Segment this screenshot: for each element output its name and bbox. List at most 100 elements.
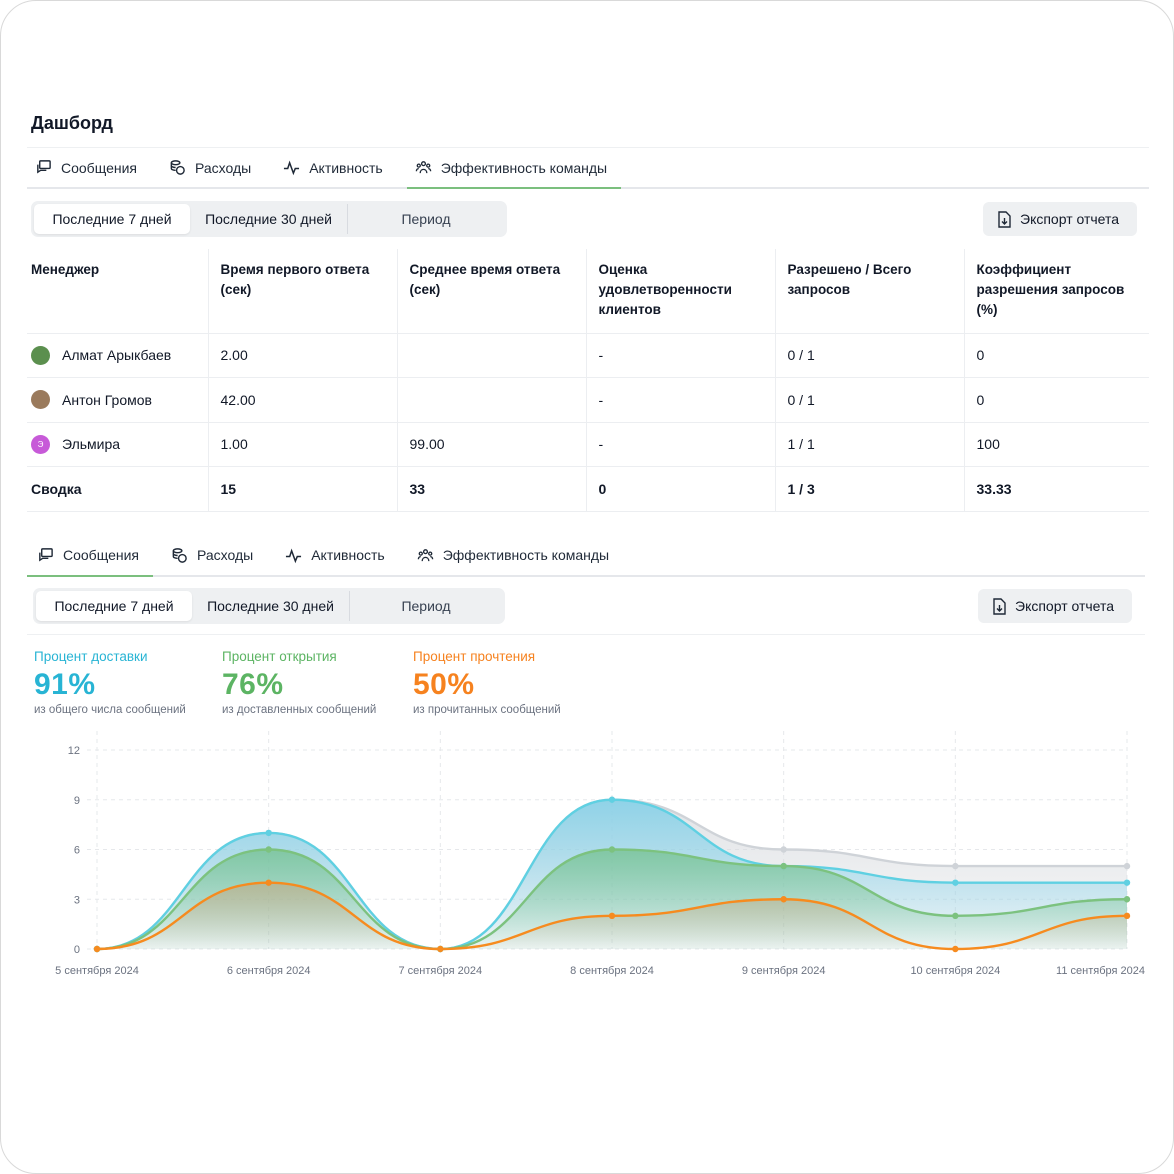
- avg-response-cell: 99.00: [396, 422, 586, 467]
- metric-subtitle: из прочитанных сообщений: [413, 704, 561, 716]
- header-first-response[interactable]: Время первого ответа (сек): [207, 249, 397, 334]
- period-selector-messages: Последние 7 дней Последние 30 дней Перио…: [33, 588, 505, 624]
- metric-label: Процент открытия: [222, 649, 337, 664]
- y-tick-label: 0: [74, 944, 80, 956]
- export-label: Экспорт отчета: [1020, 211, 1120, 227]
- tab-activity[interactable]: Активность: [275, 148, 397, 187]
- file-download-icon: [993, 597, 1006, 615]
- csat-cell: -: [585, 422, 775, 467]
- data-point: [952, 862, 959, 870]
- data-point: [952, 879, 959, 886]
- data-point: [93, 945, 101, 953]
- manager-name: Алмат Арыкбаев: [62, 347, 172, 364]
- resolved-cell: 1 / 1: [774, 422, 964, 467]
- metric-value: 91%: [34, 668, 96, 701]
- metric-label: Процент доставки: [34, 649, 148, 664]
- period-last-7-days[interactable]: Последние 7 дней: [34, 204, 190, 234]
- period-custom[interactable]: Период: [347, 204, 504, 234]
- data-point: [1123, 896, 1131, 903]
- avatar: [31, 390, 50, 410]
- tab-label: Активность: [309, 159, 383, 176]
- tab-label: Расходы: [196, 547, 254, 563]
- team-icon: [417, 548, 433, 561]
- tab-label: Расходы: [194, 159, 252, 176]
- coins-icon: [170, 160, 185, 175]
- chat-icon: [39, 547, 53, 562]
- tab-expenses[interactable]: Расходы: [161, 148, 265, 187]
- summary-label: Сводка: [27, 466, 208, 512]
- metric-value: 50%: [413, 668, 475, 701]
- table-row: Алмат Арыкбаев 2.00 - 0 / 1 0: [27, 333, 1149, 378]
- csat-cell: -: [585, 377, 775, 423]
- avg-response-cell: [396, 377, 586, 423]
- tab-label: Эффективность команды: [442, 547, 610, 563]
- x-tick-label: 7 сентября 2024: [399, 965, 483, 977]
- y-tick-label: 12: [68, 745, 80, 757]
- data-point: [780, 896, 787, 903]
- bottom-tab-bar: Сообщения Расходы Активность Эффективнос…: [27, 535, 1145, 577]
- x-tick-label: 8 сентября 2024: [570, 965, 654, 977]
- team-icon: [415, 161, 431, 174]
- period-selector: Последние 7 дней Последние 30 дней Перио…: [31, 201, 507, 237]
- summary-resolved: 1 / 3: [774, 466, 964, 512]
- x-tick-label: 11 сентября 2024: [1056, 965, 1145, 977]
- table-header-row: Менеджер Время первого ответа (сек) Сред…: [27, 249, 1149, 334]
- export-report-button-messages[interactable]: Экспорт отчета: [978, 589, 1133, 623]
- data-point: [952, 945, 959, 953]
- tab-expenses[interactable]: Расходы: [163, 535, 267, 575]
- rate-cell: 100: [963, 422, 1149, 467]
- metric-subtitle: из общего числа сообщений: [34, 704, 186, 716]
- period-last-7-days[interactable]: Последние 7 дней: [36, 591, 192, 621]
- data-point: [608, 912, 616, 920]
- header-manager[interactable]: Менеджер: [27, 249, 208, 334]
- file-download-icon: [998, 210, 1011, 228]
- data-point: [608, 846, 616, 853]
- first-response-cell: 1.00: [207, 422, 397, 467]
- x-tick-label: 5 сентября 2024: [55, 965, 139, 977]
- header-resolution-rate[interactable]: Коэффициент разрешения запросов (%): [963, 249, 1149, 334]
- data-point: [437, 945, 444, 953]
- x-tick-label: 10 сентября 2024: [910, 965, 1000, 977]
- summary-row: Сводка 15 33 0 1 / 3 33.33: [27, 466, 1149, 512]
- team-efficiency-table: Менеджер Время первого ответа (сек) Сред…: [27, 249, 1149, 512]
- summary-avg-response: 33: [396, 466, 586, 512]
- data-point: [265, 829, 272, 837]
- tab-team-efficiency[interactable]: Эффективность команды: [409, 535, 623, 575]
- metric-open: Процент открытия 76% из доставленных соо…: [222, 649, 376, 716]
- header-avg-response[interactable]: Среднее время ответа (сек): [396, 249, 586, 334]
- metric-label: Процент прочтения: [413, 649, 536, 664]
- summary-first-response: 15: [207, 466, 397, 512]
- tab-messages[interactable]: Сообщения: [27, 535, 153, 577]
- resolved-cell: 0 / 1: [774, 333, 964, 378]
- y-tick-label: 3: [74, 894, 80, 906]
- first-response-cell: 42.00: [207, 377, 397, 423]
- metric-read: Процент прочтения 50% из прочитанных соо…: [413, 649, 561, 716]
- period-last-30-days[interactable]: Последние 30 дней: [190, 204, 347, 234]
- table-row: Антон Громов 42.00 - 0 / 1 0: [27, 377, 1149, 423]
- tab-activity[interactable]: Активность: [277, 535, 399, 575]
- tab-team-efficiency[interactable]: Эффективность команды: [406, 148, 622, 189]
- tab-messages[interactable]: Сообщения: [27, 148, 151, 187]
- coins-icon: [172, 547, 187, 563]
- pulse-icon: [284, 160, 300, 176]
- period-custom[interactable]: Период: [349, 591, 502, 621]
- header-csat[interactable]: Оценка удовлетворенности клиентов: [585, 249, 775, 334]
- data-point: [265, 846, 272, 853]
- avg-response-cell: [396, 333, 586, 378]
- chat-icon: [37, 160, 51, 174]
- metric-delivery: Процент доставки 91% из общего числа соо…: [34, 649, 186, 716]
- header-resolved-total[interactable]: Разрешено / Всего запросов: [774, 249, 964, 334]
- export-report-button[interactable]: Экспорт отчета: [983, 202, 1138, 236]
- y-tick-label: 6: [74, 845, 80, 857]
- divider: [27, 634, 1145, 635]
- csat-cell: -: [585, 333, 775, 378]
- avatar: Э: [31, 434, 50, 454]
- manager-name: Эльмира: [62, 436, 121, 453]
- period-last-30-days[interactable]: Последние 30 дней: [192, 591, 349, 621]
- top-tab-bar: Сообщения Расходы Активность Эффективнос…: [27, 147, 1149, 189]
- data-point: [1123, 862, 1131, 870]
- data-point: [265, 879, 272, 886]
- tab-label: Сообщения: [61, 159, 137, 176]
- table-row: Э Эльмира 1.00 99.00 - 1 / 1 100: [27, 422, 1149, 467]
- data-point: [608, 796, 616, 803]
